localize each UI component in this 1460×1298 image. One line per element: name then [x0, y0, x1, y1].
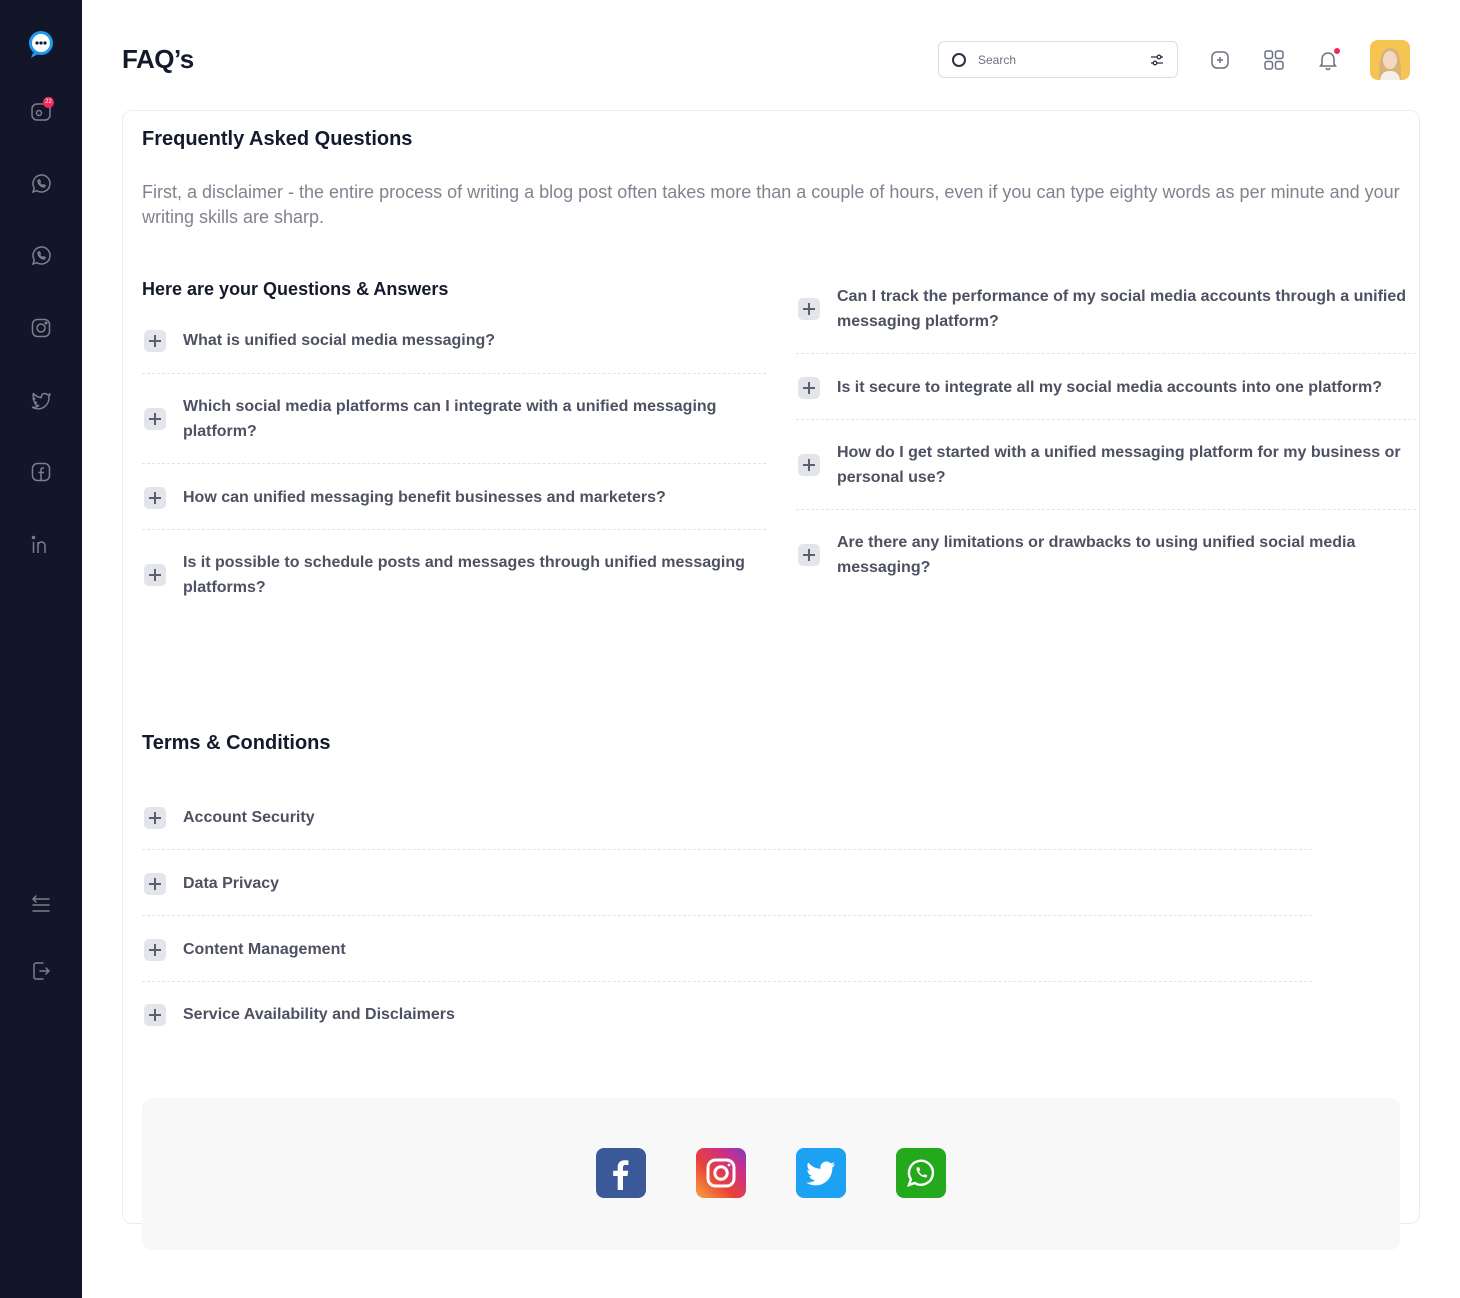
- terms-item[interactable]: Data Privacy: [142, 871, 1302, 896]
- terms-item[interactable]: Content Management: [142, 937, 1302, 962]
- terms-item-label: Data Privacy: [183, 875, 280, 892]
- faq-question: Is it secure to integrate all my social …: [837, 379, 1383, 396]
- plus-icon: [144, 564, 166, 586]
- twitter-icon: [31, 392, 51, 410]
- plus-icon: [144, 938, 166, 961]
- plus-icon: [798, 544, 820, 566]
- divider: [796, 353, 1416, 354]
- social-panel: [142, 1098, 1400, 1250]
- faq-question: How can unified messaging benefit busine…: [183, 489, 666, 506]
- plus-icon: [144, 1003, 166, 1026]
- faq-item[interactable]: Is it possible to schedule posts and mes…: [142, 550, 762, 600]
- messages-badge: 22: [43, 97, 54, 108]
- faq-question: How do I get started with a unified mess…: [837, 444, 1401, 486]
- user-avatar-icon: [1370, 40, 1410, 80]
- divider: [796, 509, 1416, 510]
- terms-item[interactable]: Account Security: [142, 805, 1302, 830]
- linkedin-icon: [31, 535, 46, 553]
- divider: [142, 915, 1312, 916]
- whatsapp-icon: [907, 1159, 935, 1187]
- plus-icon: [144, 806, 166, 829]
- grid-icon: [1264, 50, 1284, 70]
- faq-card: [122, 110, 1420, 1224]
- faq-item[interactable]: What is unified social media messaging?: [142, 328, 762, 353]
- terms-item[interactable]: Service Availability and Disclaimers: [142, 1002, 1302, 1027]
- apps-grid-button[interactable]: [1259, 45, 1289, 75]
- twitter-link[interactable]: [796, 1148, 846, 1198]
- plus-icon: [144, 872, 166, 895]
- qa-subtitle: Here are your Questions & Answers: [142, 279, 449, 299]
- sidebar-logout-button[interactable]: [21, 951, 61, 991]
- instagram-link[interactable]: [696, 1148, 746, 1198]
- faq-item[interactable]: Can I track the performance of my social…: [796, 284, 1416, 334]
- plus-icon: [798, 376, 820, 399]
- faq-question: Which social media platforms can I integ…: [183, 398, 717, 440]
- whatsapp-icon: [31, 174, 51, 194]
- add-square-icon: [1211, 51, 1229, 69]
- search-icon: [952, 53, 966, 67]
- plus-icon: [144, 408, 166, 430]
- instagram-icon: [31, 318, 51, 338]
- notifications-button[interactable]: [1313, 45, 1343, 75]
- faq-question: What is unified social media messaging?: [183, 332, 496, 349]
- facebook-icon: [613, 1160, 629, 1190]
- sidebar-item-linkedin[interactable]: [21, 524, 61, 564]
- sidebar-collapse-button[interactable]: [21, 885, 61, 925]
- page-title: FAQ’s: [122, 44, 194, 74]
- divider: [142, 849, 1312, 850]
- faq-item[interactable]: Which social media platforms can I integ…: [142, 394, 762, 444]
- divider: [796, 419, 1416, 420]
- divider: [142, 981, 1312, 982]
- plus-icon: [144, 329, 166, 352]
- faq-title: Frequently Asked Questions: [142, 128, 413, 150]
- faq-item[interactable]: Is it secure to integrate all my social …: [796, 375, 1416, 400]
- divider: [142, 463, 766, 464]
- logout-icon: [33, 962, 50, 980]
- sidebar-item-facebook[interactable]: [21, 452, 61, 492]
- plus-icon: [798, 454, 820, 476]
- whatsapp-link[interactable]: [896, 1148, 946, 1198]
- twitter-icon: [806, 1161, 836, 1186]
- sidebar-item-twitter[interactable]: [21, 380, 61, 420]
- terms-item-label: Content Management: [183, 941, 346, 958]
- divider: [142, 373, 766, 374]
- terms-item-label: Account Security: [183, 809, 315, 826]
- whatsapp-icon: [31, 246, 51, 266]
- faq-intro: First, a disclaimer - the entire process…: [142, 182, 1400, 227]
- notification-dot: [1333, 47, 1341, 55]
- collapse-menu-icon: [31, 895, 50, 912]
- app-logo-icon[interactable]: [25, 28, 57, 60]
- plus-icon: [798, 298, 820, 320]
- faq-item[interactable]: How do I get started with a unified mess…: [796, 440, 1416, 490]
- avatar[interactable]: [1370, 40, 1410, 80]
- sidebar-item-instagram[interactable]: [21, 308, 61, 348]
- filter-icon[interactable]: [1149, 52, 1165, 68]
- search-input[interactable]: [978, 50, 1128, 70]
- faq-question: Are there any limitations or drawbacks t…: [837, 534, 1356, 576]
- sidebar-item-whatsapp-business[interactable]: [21, 236, 61, 276]
- sidebar-item-whatsapp[interactable]: [21, 164, 61, 204]
- divider: [142, 529, 766, 530]
- sidebar-item-messages[interactable]: 22: [21, 92, 61, 132]
- facebook-icon: [31, 462, 51, 482]
- add-button[interactable]: [1205, 45, 1235, 75]
- terms-title: Terms & Conditions: [142, 732, 331, 754]
- sidebar: 22: [0, 0, 82, 1298]
- instagram-icon: [706, 1158, 736, 1188]
- terms-item-label: Service Availability and Disclaimers: [183, 1006, 455, 1023]
- faq-question: Is it possible to schedule posts and mes…: [183, 554, 745, 596]
- faq-item[interactable]: How can unified messaging benefit busine…: [142, 485, 762, 510]
- faq-item[interactable]: Are there any limitations or drawbacks t…: [796, 530, 1416, 580]
- faq-question: Can I track the performance of my social…: [837, 288, 1407, 330]
- plus-icon: [144, 486, 166, 509]
- facebook-link[interactable]: [596, 1148, 646, 1198]
- search-box[interactable]: [938, 41, 1178, 78]
